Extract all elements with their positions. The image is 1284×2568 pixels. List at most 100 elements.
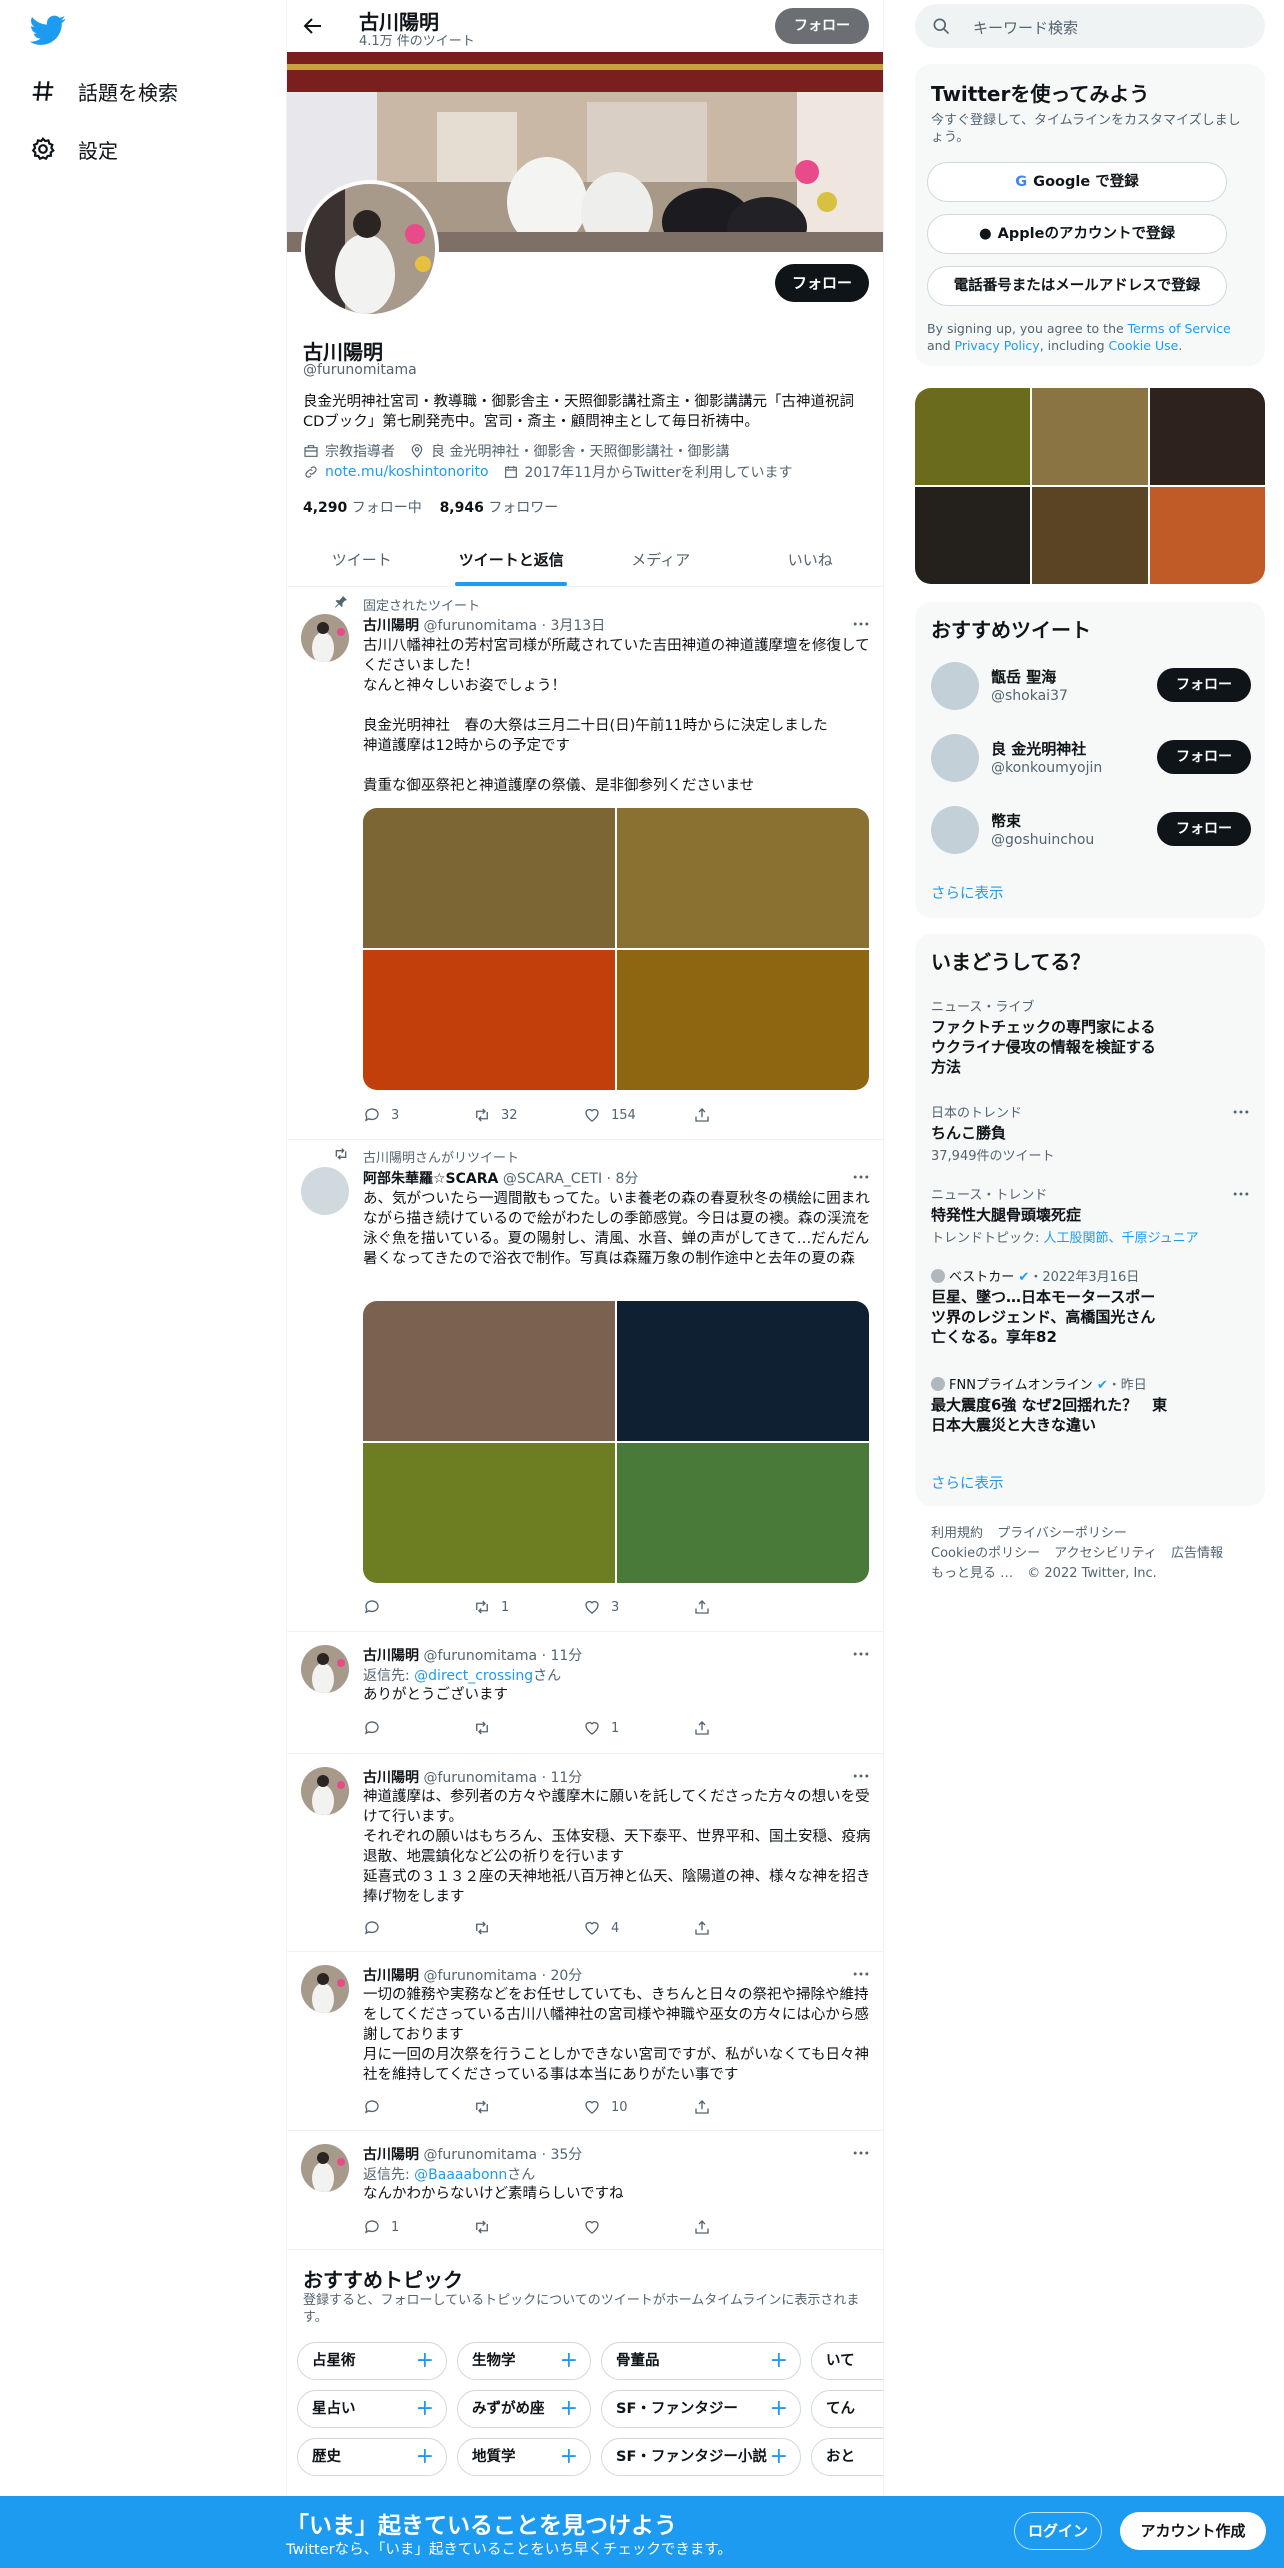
phone-email-signup-button[interactable]: 電話番号またはメールアドレスで登録 xyxy=(927,266,1227,306)
reply-button[interactable]: 3 xyxy=(363,1106,473,1124)
tweet-handle[interactable]: @furunomitama xyxy=(423,2147,537,2163)
retweet-button[interactable]: 32 xyxy=(473,1106,583,1124)
like-button[interactable]: 4 xyxy=(583,1919,693,1937)
tweet-photo[interactable] xyxy=(363,1301,615,1441)
follow-button[interactable]: フォロー xyxy=(1157,812,1251,846)
tweet-author-name[interactable]: 阿部朱華羅☆SCARA xyxy=(363,1171,498,1187)
retweet-button[interactable] xyxy=(473,1919,583,1937)
footer-link[interactable]: 利用規約 xyxy=(931,1526,983,1541)
apple-signup-button[interactable]: ● Appleのアカウントで登録 xyxy=(927,214,1227,254)
profile-follow-button[interactable]: フォロー xyxy=(775,264,869,302)
more-icon[interactable] xyxy=(1231,1184,1251,1204)
topic-chip[interactable]: 歴史 + xyxy=(297,2438,447,2476)
tweet-photo[interactable] xyxy=(363,808,615,948)
avatar[interactable] xyxy=(301,1645,349,1693)
topic-chip[interactable]: 骨董品 + xyxy=(601,2342,801,2380)
plus-icon[interactable]: + xyxy=(770,2391,788,2427)
topic-chip[interactable]: SF・ファンタジー小説 + xyxy=(601,2438,801,2476)
tweet-item[interactable]: 古川陽明さんがリツイート 阿部朱華羅☆SCARA @SCARA_CETI · 8… xyxy=(287,1141,883,1632)
nav-explore[interactable]: 話題を検索 xyxy=(30,62,270,120)
topic-chip[interactable]: みずがめ座 + xyxy=(457,2390,591,2428)
topic-chip[interactable]: 星占い + xyxy=(297,2390,447,2428)
recommended-account[interactable]: 幣束 @goshuinchou フォロー xyxy=(931,802,1251,858)
cookie-link[interactable]: Cookie Use xyxy=(1109,338,1179,353)
tweet-time[interactable]: · 20分 xyxy=(542,1968,583,1984)
reply-button[interactable] xyxy=(363,1719,473,1737)
avatar[interactable] xyxy=(931,662,979,710)
avatar[interactable] xyxy=(301,2144,349,2192)
recommended-account[interactable]: 甑岳 聖海 @shokai37 フォロー xyxy=(931,658,1251,714)
plus-icon[interactable]: + xyxy=(770,2343,788,2379)
share-button[interactable] xyxy=(693,1106,803,1124)
footer-link[interactable]: Cookieのポリシー xyxy=(931,1546,1040,1561)
retweet-context[interactable]: 古川陽明さんがリツイート xyxy=(363,1147,519,1166)
plus-icon[interactable]: + xyxy=(416,2439,434,2475)
trend-item[interactable]: ニュース・ライブ ファクトチェックの専門家によるウクライナ侵攻の情報を検証する方… xyxy=(931,996,1251,1077)
avatar[interactable] xyxy=(301,614,349,662)
like-button[interactable]: 1 xyxy=(583,1719,693,1737)
tweet-author-name[interactable]: 古川陽明 xyxy=(363,1648,419,1664)
tab-likes[interactable]: いいね xyxy=(736,533,884,586)
tweet-photo[interactable] xyxy=(363,1443,615,1583)
google-signup-button[interactable]: G Google で登録 xyxy=(927,162,1227,202)
reply-to-handle[interactable]: @direct_crossing xyxy=(414,1668,533,1684)
gallery-photo[interactable] xyxy=(915,487,1031,584)
news-item[interactable]: ベストカー ✔・2022年3月16日 巨星、墜つ…日本モータースポーツ界のレジェ… xyxy=(931,1266,1251,1347)
twitter-bird-icon[interactable] xyxy=(30,12,66,48)
tweet-handle[interactable]: @furunomitama xyxy=(423,1968,537,1984)
more-icon[interactable] xyxy=(851,614,871,634)
share-button[interactable] xyxy=(693,1598,803,1616)
plus-icon[interactable]: + xyxy=(770,2439,788,2475)
reply-button[interactable] xyxy=(363,2098,473,2116)
gallery-photo[interactable] xyxy=(1149,388,1265,485)
gallery-photo[interactable] xyxy=(1032,487,1148,584)
plus-icon[interactable]: + xyxy=(560,2391,578,2427)
reply-button[interactable] xyxy=(363,1598,473,1616)
tweet-handle[interactable]: @SCARA_CETI xyxy=(503,1171,602,1187)
back-arrow-icon[interactable] xyxy=(301,14,325,38)
topic-chip[interactable]: おと xyxy=(811,2438,883,2476)
topic-chip[interactable]: いて xyxy=(811,2342,883,2380)
tweet-handle[interactable]: @furunomitama xyxy=(423,1770,537,1786)
like-button[interactable] xyxy=(583,2218,693,2236)
profile-avatar[interactable] xyxy=(301,180,439,318)
more-icon[interactable] xyxy=(1231,1102,1251,1122)
tweet-photo[interactable] xyxy=(617,808,869,948)
tweet-photo[interactable] xyxy=(617,950,869,1090)
footer-link[interactable]: 広告情報 xyxy=(1171,1546,1223,1561)
retweet-button[interactable] xyxy=(473,2098,583,2116)
topic-chip[interactable]: 生物学 + xyxy=(457,2342,591,2380)
tweet-item[interactable]: 固定されたツイート 古川陽明 @furunomitama · 3月13日 古川八… xyxy=(287,588,883,1140)
tweet-author-name[interactable]: 古川陽明 xyxy=(363,1770,419,1786)
tweet-item[interactable]: 古川陽明 @furunomitama · 11分 返信先: @direct_cr… xyxy=(287,1633,883,1754)
gallery-photo[interactable] xyxy=(1032,388,1148,485)
share-button[interactable] xyxy=(693,2218,803,2236)
tweet-item[interactable]: 古川陽明 @furunomitama · 20分 一切の雑務や実務などをお任せし… xyxy=(287,1953,883,2131)
tweet-time[interactable]: · 3月13日 xyxy=(542,618,606,634)
tweet-author-name[interactable]: 古川陽明 xyxy=(363,618,419,634)
tab-tweets[interactable]: ツイート xyxy=(287,533,437,586)
search-input[interactable]: キーワード検索 xyxy=(915,4,1265,48)
tweet-item[interactable]: 古川陽明 @furunomitama · 11分 神道護摩は、参列者の方々や護摩… xyxy=(287,1755,883,1952)
tweet-time[interactable]: · 35分 xyxy=(542,2147,583,2163)
tab-tweets-replies[interactable]: ツイートと返信 xyxy=(437,533,587,586)
trend-related-links[interactable]: 人工股関節、千原ジュニア xyxy=(1044,1231,1199,1246)
tweet-item[interactable]: 古川陽明 @furunomitama · 35分 返信先: @Baaaabonn… xyxy=(287,2132,883,2250)
footer-link[interactable]: アクセシビリティ xyxy=(1054,1546,1157,1561)
topic-chip[interactable]: 占星術 + xyxy=(297,2342,447,2380)
tweet-handle[interactable]: @furunomitama xyxy=(423,1648,537,1664)
share-button[interactable] xyxy=(693,1919,803,1937)
reply-to-handle[interactable]: @Baaaabonn xyxy=(414,2167,507,2183)
tweet-author-name[interactable]: 古川陽明 xyxy=(363,1968,419,1984)
gallery-photo[interactable] xyxy=(915,388,1031,485)
more-icon[interactable] xyxy=(851,1964,871,1984)
create-account-button[interactable]: アカウント作成 xyxy=(1120,2512,1266,2550)
like-button[interactable]: 10 xyxy=(583,2098,693,2116)
follow-button[interactable]: フォロー xyxy=(1157,740,1251,774)
nav-settings[interactable]: 設定 xyxy=(30,120,270,178)
tab-media[interactable]: メディア xyxy=(586,533,736,586)
recommended-account[interactable]: 良 金光明神社 @konkoumyojin フォロー xyxy=(931,730,1251,786)
trends-show-more-link[interactable]: さらに表示 xyxy=(931,1472,1004,1493)
tweet-photo[interactable] xyxy=(363,950,615,1090)
topic-chip[interactable]: SF・ファンタジー + xyxy=(601,2390,801,2428)
